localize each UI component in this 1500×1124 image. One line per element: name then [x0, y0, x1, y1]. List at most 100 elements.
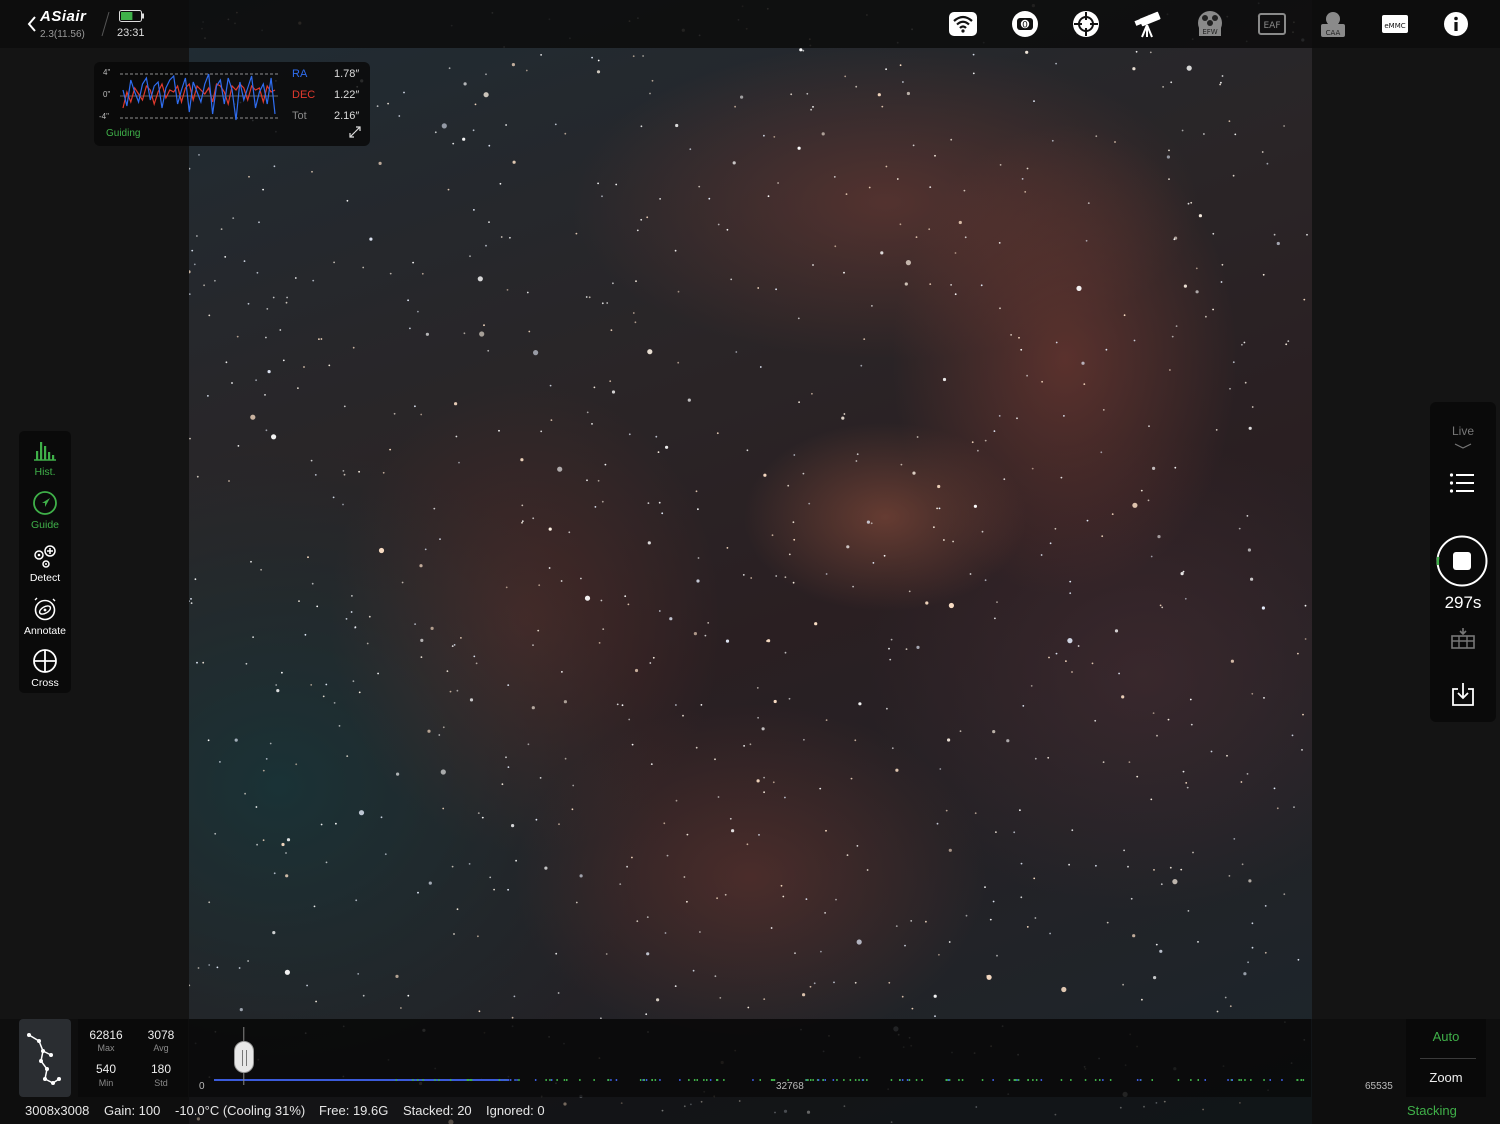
star — [1150, 798, 1153, 801]
star — [1241, 863, 1244, 866]
star — [1205, 315, 1207, 318]
star — [295, 763, 298, 766]
star — [1306, 233, 1308, 236]
star — [1095, 864, 1097, 867]
star — [304, 633, 307, 636]
wifi-icon[interactable] — [948, 9, 978, 39]
stack-icon[interactable] — [1450, 626, 1476, 650]
histogram-bin — [812, 1079, 814, 1081]
star — [868, 186, 871, 189]
star — [214, 832, 217, 835]
star — [880, 251, 884, 255]
detect-tool[interactable]: Detect — [19, 539, 71, 591]
star — [398, 115, 401, 117]
y-tick: 0" — [103, 90, 111, 99]
efw-icon[interactable]: EFW — [1195, 9, 1225, 39]
list-icon[interactable] — [1449, 472, 1475, 494]
star — [1121, 695, 1125, 699]
star — [1054, 527, 1057, 530]
histogram-bin — [1227, 1079, 1229, 1081]
star — [793, 538, 796, 541]
star — [900, 463, 903, 466]
auto-stretch-button[interactable]: Auto — [1406, 1029, 1486, 1044]
zoom-button[interactable]: Zoom — [1406, 1070, 1486, 1085]
star — [659, 198, 661, 200]
star — [855, 460, 858, 462]
star — [501, 783, 504, 786]
star — [814, 622, 818, 626]
star — [483, 324, 485, 327]
star — [1197, 941, 1199, 943]
emmc-icon[interactable]: eMMC — [1380, 9, 1410, 39]
star — [696, 579, 700, 583]
histogram-bin — [773, 1079, 776, 1081]
histogram-bin — [854, 1079, 857, 1081]
star — [651, 79, 654, 82]
star — [256, 843, 258, 846]
stretch-slider-handle[interactable] — [233, 1041, 254, 1073]
star — [1030, 685, 1033, 687]
star — [311, 170, 313, 173]
star — [959, 730, 962, 733]
star — [714, 975, 717, 978]
star — [214, 279, 216, 282]
save-download-icon[interactable] — [1450, 681, 1476, 707]
cross-tool[interactable]: Cross — [19, 644, 71, 696]
star — [1251, 922, 1254, 925]
star — [281, 842, 285, 847]
star — [771, 534, 774, 537]
annotate-galaxy-icon — [34, 597, 56, 621]
star — [396, 772, 400, 776]
annotate-tool[interactable]: Annotate — [19, 592, 71, 644]
guiding-graph-panel[interactable]: 4" 0" -4" RA 1.78″ DEC 1.22″ Tot 2.16″ G… — [94, 62, 370, 146]
star — [469, 698, 474, 702]
star — [1244, 381, 1247, 384]
histogram-bin — [651, 1079, 653, 1081]
back-icon[interactable] — [26, 14, 38, 34]
star — [689, 148, 692, 151]
star — [1187, 910, 1190, 912]
star — [275, 684, 278, 686]
star — [366, 642, 369, 645]
live-mode-toggle[interactable]: Live — [1430, 424, 1496, 438]
live-image-view[interactable] — [189, 0, 1312, 1124]
eaf-icon[interactable]: EAF — [1257, 9, 1287, 39]
star — [682, 714, 684, 717]
star — [886, 707, 888, 710]
hist-tool[interactable]: Hist. — [19, 433, 71, 485]
caa-icon[interactable]: CAA — [1318, 9, 1348, 39]
histogram-bin — [1070, 1079, 1072, 1081]
image-thumbnail[interactable] — [19, 1019, 71, 1097]
star — [1087, 202, 1090, 205]
star — [821, 132, 825, 136]
detect-icon — [34, 545, 56, 568]
expand-icon[interactable] — [349, 126, 361, 138]
stop-button[interactable] — [1436, 535, 1488, 587]
status-resolution: 3008x3008 — [25, 1103, 90, 1118]
star — [1105, 348, 1108, 351]
histogram-panel[interactable]: 0 32768 65535 — [189, 1019, 1393, 1097]
histogram-bin — [1240, 1079, 1242, 1081]
telescope-icon[interactable] — [1133, 9, 1163, 39]
star — [395, 974, 399, 979]
star — [1186, 786, 1189, 789]
star — [1180, 868, 1183, 871]
star — [448, 67, 451, 70]
star — [674, 249, 677, 252]
histogram-bin — [832, 1079, 835, 1081]
histogram-bin — [1013, 1079, 1016, 1081]
star — [787, 484, 790, 487]
star — [948, 941, 951, 943]
star — [579, 874, 583, 878]
guide-camera-icon[interactable] — [1071, 9, 1101, 39]
camera-icon[interactable]: 0 — [1010, 9, 1040, 39]
star — [1297, 652, 1299, 655]
star — [1085, 239, 1088, 242]
histogram-bin — [1099, 1079, 1101, 1081]
guide-tool[interactable]: Guide — [19, 486, 71, 538]
star — [971, 441, 974, 444]
info-icon[interactable] — [1441, 9, 1471, 39]
star — [564, 132, 567, 135]
star — [1150, 555, 1153, 558]
star — [239, 1008, 243, 1012]
